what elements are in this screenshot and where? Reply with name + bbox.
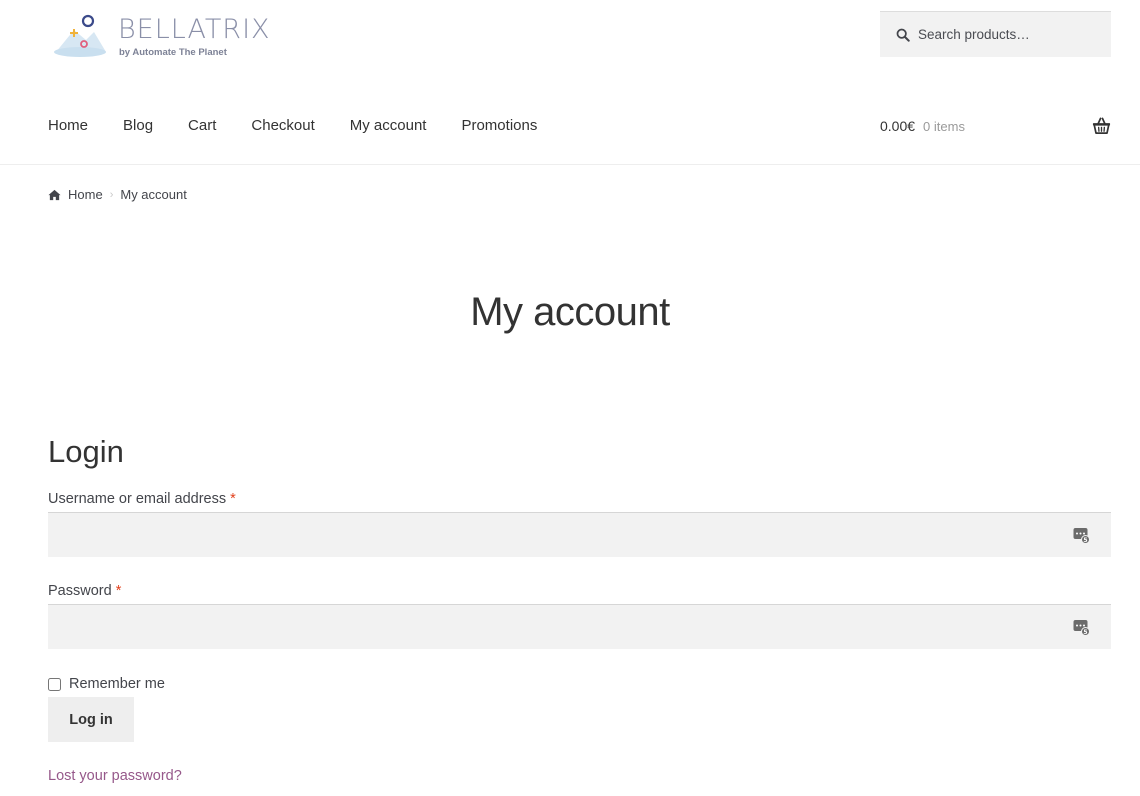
home-icon	[48, 189, 61, 200]
cart-count: 0 items	[923, 118, 965, 134]
site-logo[interactable]: BELLATRIX by Automate The Planet	[52, 10, 272, 62]
breadcrumb-current: My account	[120, 187, 187, 202]
nav-item-promotions[interactable]: Promotions	[461, 114, 537, 138]
nav-item-checkout[interactable]: Checkout	[251, 114, 314, 138]
nav-item-cart[interactable]: Cart	[188, 114, 216, 138]
svg-text:5: 5	[1083, 629, 1087, 636]
logo-tagline: by Automate The Planet	[119, 47, 227, 58]
password-manager-icon[interactable]: 5	[1073, 527, 1090, 544]
svg-text:5: 5	[1083, 537, 1087, 544]
username-field[interactable]	[48, 513, 1111, 557]
password-field[interactable]	[48, 605, 1111, 649]
password-manager-icon[interactable]: 5	[1073, 619, 1090, 636]
log-in-button[interactable]: Log in	[48, 697, 134, 742]
logo-wordmark: BELLATRIX	[118, 14, 271, 45]
breadcrumb-home-link[interactable]: Home	[68, 187, 103, 202]
basket-icon	[1092, 117, 1111, 134]
breadcrumb-separator-icon: ›	[109, 188, 114, 201]
required-marker: *	[115, 583, 122, 599]
page-title: My account	[470, 290, 670, 334]
search-input[interactable]	[918, 27, 1108, 42]
required-marker: *	[230, 491, 236, 507]
header-cart[interactable]: 0.00€ 0 items	[880, 114, 1111, 138]
primary-navigation: Home Blog Cart Checkout My account Promo…	[48, 114, 537, 138]
nav-item-my-account[interactable]: My account	[350, 114, 427, 138]
remember-me-checkbox[interactable]	[48, 677, 61, 691]
search-icon	[896, 28, 910, 42]
nav-item-blog[interactable]: Blog	[123, 114, 153, 138]
cart-amount: 0.00€	[880, 118, 916, 134]
username-field-wrapper: 5	[48, 512, 1111, 557]
remember-me-label: Remember me	[69, 676, 165, 692]
breadcrumb: Home › My account	[48, 187, 187, 202]
login-heading: Login	[48, 434, 124, 469]
remember-me[interactable]: Remember me	[48, 674, 165, 694]
lost-password-link[interactable]: Lost your password?	[48, 766, 182, 786]
password-label-text: Password	[48, 583, 112, 599]
logo-graphic	[54, 14, 106, 57]
password-label: Password *	[48, 581, 121, 601]
username-label: Username or email address *	[48, 489, 236, 509]
site-header: BELLATRIX by Automate The Planet Home Bl…	[0, 0, 1140, 165]
username-label-text: Username or email address	[48, 491, 227, 507]
password-field-wrapper: 5	[48, 604, 1111, 649]
nav-item-home[interactable]: Home	[48, 114, 88, 138]
product-search	[880, 11, 1111, 57]
